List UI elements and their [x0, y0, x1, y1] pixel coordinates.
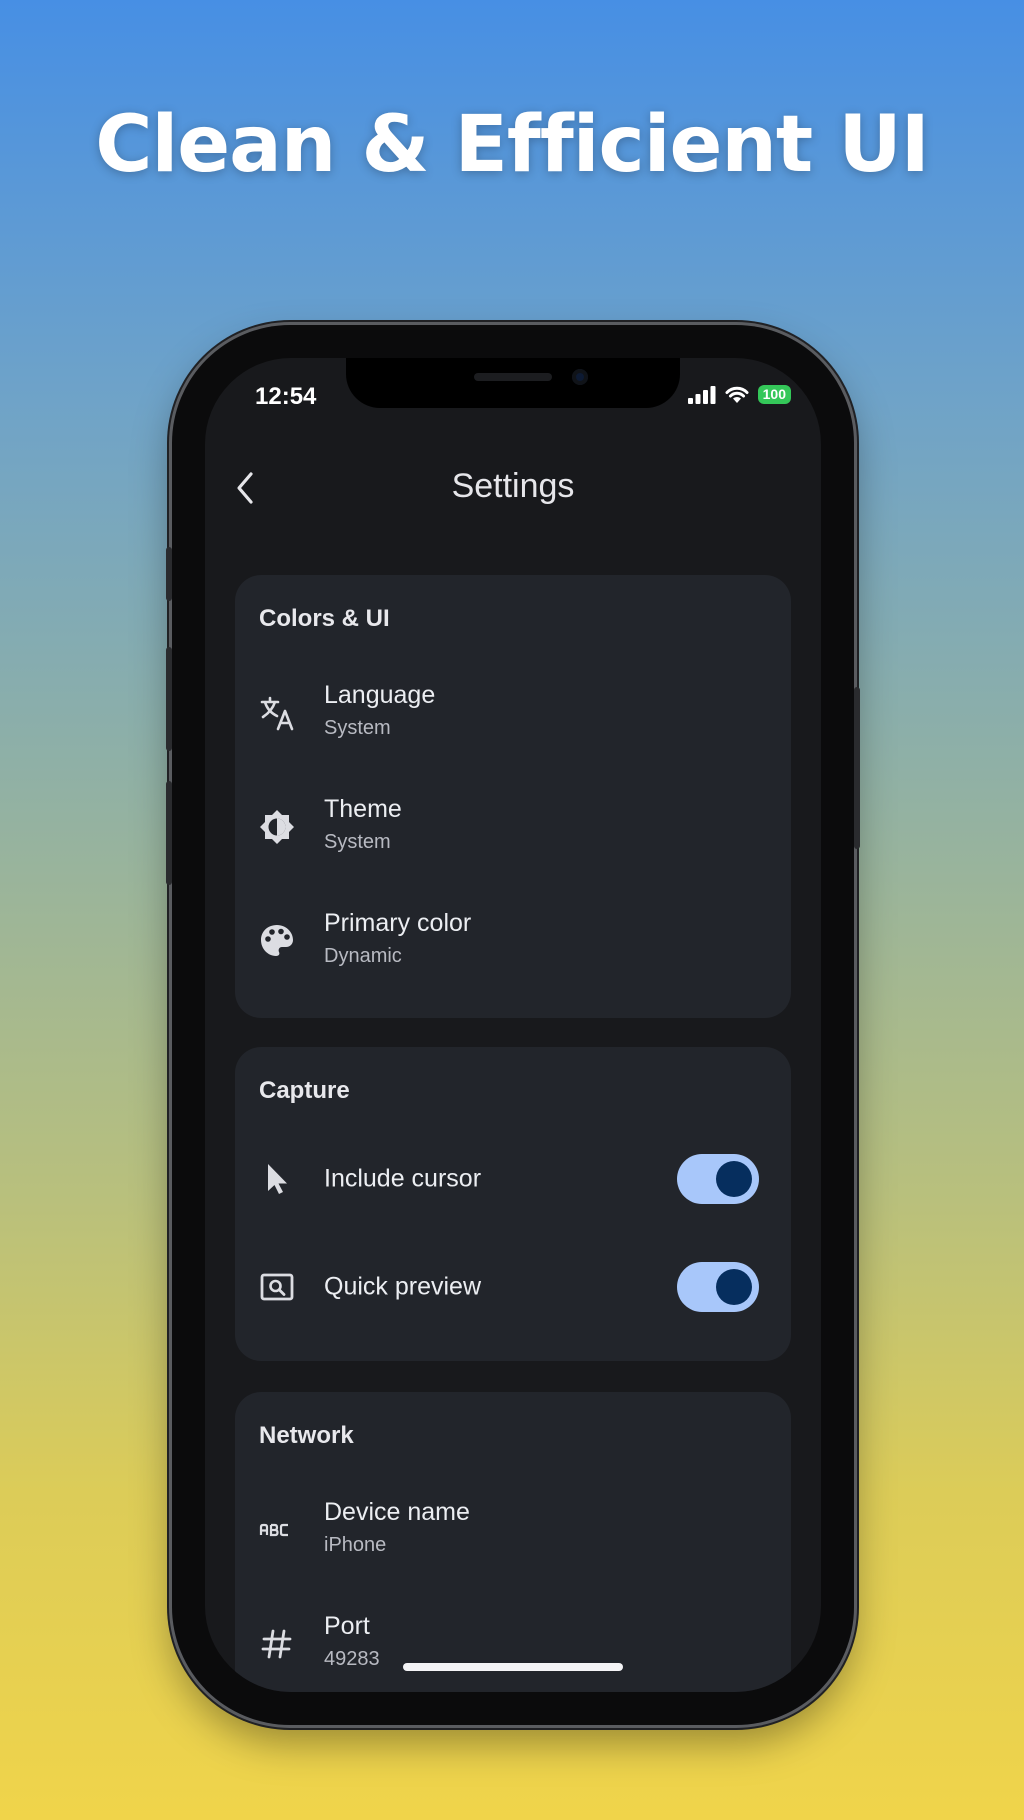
power-button — [854, 687, 860, 849]
phone-frame: 12:54 100 Settings Colors & UI Language … — [166, 325, 860, 1725]
volume-up-button — [166, 647, 172, 751]
phone-screen: 12:54 100 Settings Colors & UI Language … — [205, 358, 821, 1692]
setting-port[interactable]: Port 49283 — [235, 1598, 791, 1690]
hash-icon — [259, 1626, 295, 1662]
theme-label: Theme — [324, 795, 402, 823]
language-label: Language — [324, 681, 436, 709]
cellular-signal-icon — [687, 385, 716, 404]
promo-headline: Clean & Efficient UI — [95, 100, 929, 190]
section-title-capture: Capture — [259, 1077, 350, 1104]
setting-theme[interactable]: Theme System — [235, 781, 791, 873]
palette-icon — [259, 923, 295, 959]
speaker-grille — [474, 373, 552, 381]
page-title: Settings — [451, 467, 575, 505]
setting-quick-preview[interactable]: Quick preview — [235, 1241, 791, 1333]
wifi-icon — [725, 386, 749, 403]
abc-icon — [259, 1512, 295, 1548]
battery-indicator: 100 — [757, 385, 791, 404]
setting-device-name[interactable]: Device name iPhone — [235, 1484, 791, 1576]
setting-include-cursor[interactable]: Include cursor — [235, 1133, 791, 1225]
home-indicator[interactable] — [403, 1663, 623, 1671]
setting-primary-color[interactable]: Primary color Dynamic — [235, 895, 791, 987]
section-title-network: Network — [259, 1422, 354, 1449]
toggle-knob — [716, 1269, 752, 1305]
primary-color-value: Dynamic — [324, 945, 402, 967]
device-name-value: iPhone — [324, 1534, 387, 1556]
quick-preview-toggle[interactable] — [677, 1262, 759, 1312]
colors-ui-card: Colors & UI Language System Theme System… — [235, 575, 791, 1018]
notch — [346, 358, 680, 408]
status-icons: 100 — [687, 385, 791, 404]
include-cursor-toggle[interactable] — [677, 1154, 759, 1204]
front-camera — [572, 369, 588, 385]
toggle-knob — [716, 1161, 752, 1197]
mute-switch — [166, 547, 172, 601]
network-card: Network Device name iPhone Port 49283 — [235, 1392, 791, 1692]
device-name-label: Device name — [324, 1498, 470, 1526]
cursor-icon — [259, 1161, 295, 1197]
port-label: Port — [324, 1612, 370, 1640]
theme-value: System — [324, 831, 391, 853]
section-title-colors-ui: Colors & UI — [259, 605, 390, 632]
capture-card: Capture Include cursor Quick preview — [235, 1047, 791, 1361]
volume-down-button — [166, 781, 172, 885]
quick-preview-label: Quick preview — [324, 1272, 481, 1301]
language-value: System — [324, 717, 391, 739]
include-cursor-label: Include cursor — [324, 1164, 482, 1193]
brightness-icon — [259, 809, 295, 845]
translate-icon — [259, 695, 295, 731]
primary-color-label: Primary color — [324, 909, 472, 937]
port-value: 49283 — [324, 1648, 380, 1670]
status-time: 12:54 — [255, 383, 317, 410]
setting-language[interactable]: Language System — [235, 667, 791, 759]
app-header: Settings — [205, 453, 821, 523]
preview-icon — [259, 1269, 295, 1305]
